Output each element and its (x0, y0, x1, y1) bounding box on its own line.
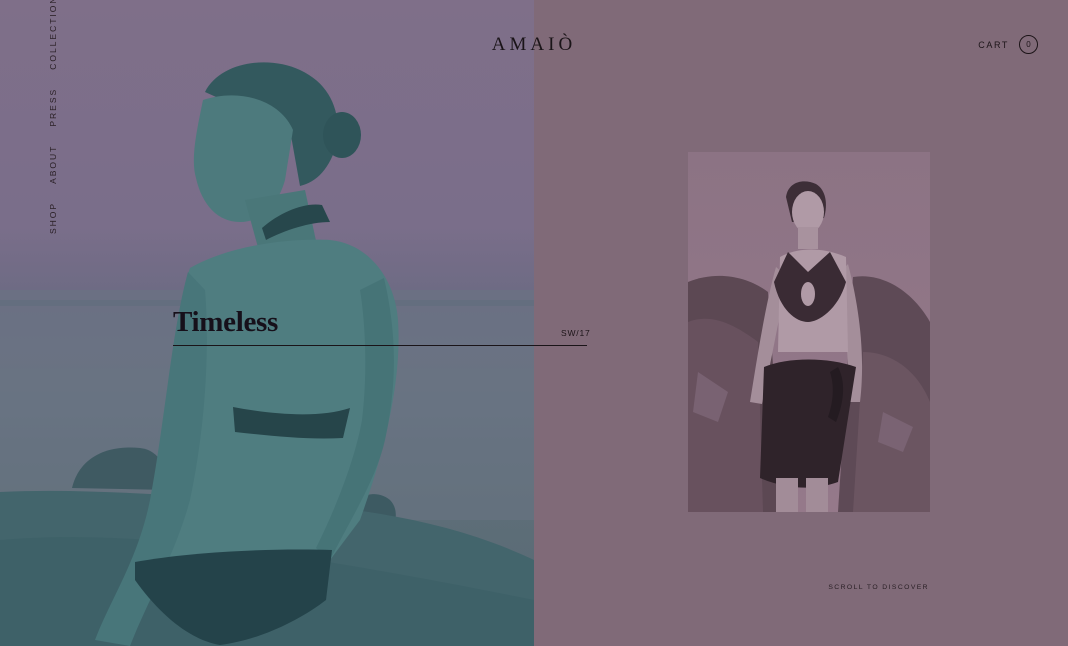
product-image[interactable] (688, 152, 930, 512)
vertical-nav: SHOP ABOUT PRESS COLLECTION (48, 0, 58, 234)
hero-headline: Timeless (173, 306, 279, 338)
nav-item-press[interactable]: PRESS (48, 88, 58, 127)
scroll-to-discover-hint[interactable]: SCROLL TO DISCOVER (828, 584, 929, 591)
cart-button[interactable]: CART 0 (978, 35, 1038, 54)
brand-logo[interactable]: AMAIÒ (492, 34, 576, 56)
season-code: SW/17 (561, 328, 591, 338)
cart-label: CART (978, 39, 1009, 50)
landing-page: AMAIÒ CART 0 SHOP ABOUT PRESS COLLECTION… (0, 0, 1068, 646)
headline-divider (173, 345, 587, 346)
nav-item-shop[interactable]: SHOP (48, 202, 58, 234)
nav-item-collection[interactable]: COLLECTION (48, 0, 58, 70)
cart-count-badge: 0 (1019, 35, 1038, 54)
nav-item-about[interactable]: ABOUT (48, 145, 58, 184)
